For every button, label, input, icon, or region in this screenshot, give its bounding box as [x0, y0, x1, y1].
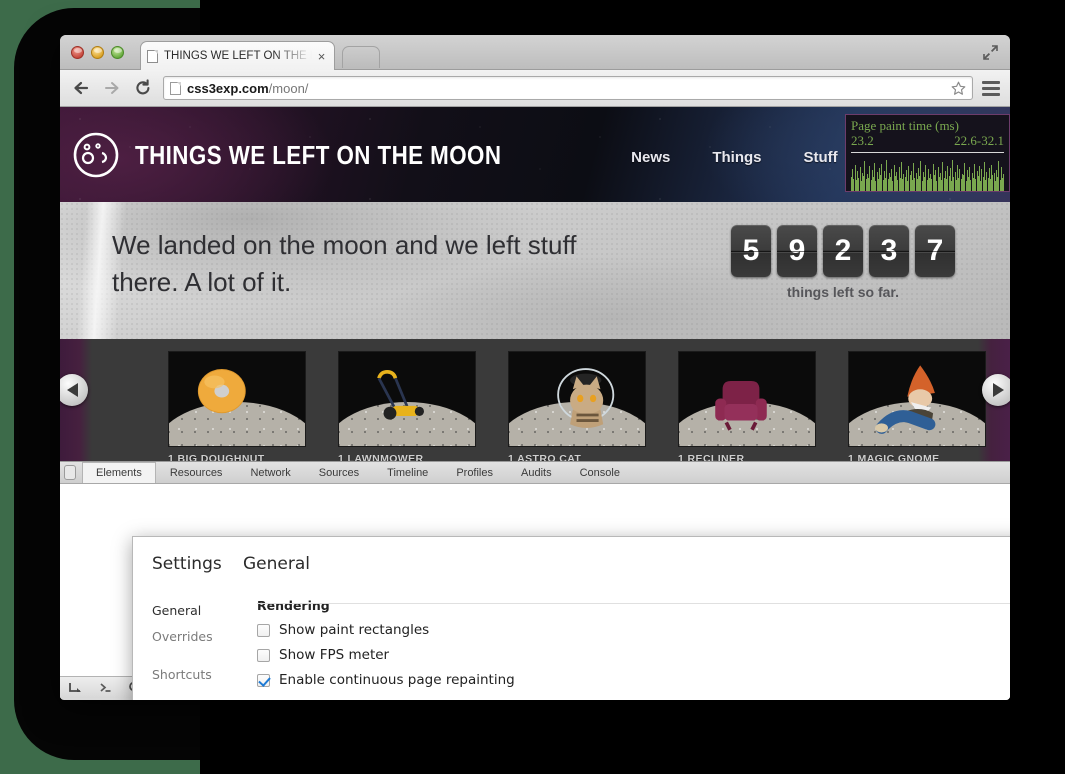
devtools-tab-profiles[interactable]: Profiles — [442, 462, 507, 483]
devtools-tab-bar: Elements Resources Network Sources Timeline P… — [60, 462, 1010, 484]
option-show-fps-meter[interactable]: Show FPS meter — [257, 647, 515, 663]
option-show-paint-rectangles[interactable]: Show paint rectangles — [257, 622, 515, 638]
option-label: Show FPS meter — [279, 647, 390, 663]
carousel-card[interactable]: 1 ASTRO CAT — [508, 351, 646, 465]
site-branding[interactable]: THINGS WE LEFT ON THE MOON — [72, 131, 561, 179]
paint-widget-current: 23.2 — [851, 133, 874, 148]
settings-header: Settings General — [133, 537, 1010, 587]
site-header: THINGS WE LEFT ON THE MOON News Things S… — [60, 107, 1010, 202]
address-bar-url: css3exp.com/moon/ — [187, 81, 308, 96]
nav-item-news[interactable]: News — [631, 149, 670, 166]
carousel-card[interactable]: 1 MAGIC GNOME — [848, 351, 986, 465]
nav-item-things[interactable]: Things — [712, 149, 761, 166]
next-arrow-icon[interactable] — [982, 374, 1010, 406]
settings-title: Settings — [152, 554, 222, 574]
reload-icon[interactable] — [132, 77, 154, 99]
card-subject-recliner — [715, 381, 767, 431]
paint-widget-range: 22.6-32.1 — [954, 133, 1004, 148]
counter-digits: 59237 — [731, 225, 955, 277]
zoom-window-button[interactable] — [111, 46, 124, 59]
new-tab-button[interactable] — [342, 46, 380, 68]
items-carousel: 1 BIG DOUGHNUT 1 LAWNMOWER 1 ASTRO CAT 1 RE… — [60, 339, 1010, 465]
url-domain: css3exp.com — [187, 80, 269, 96]
nav-item-stuff[interactable]: Stuff — [804, 149, 838, 166]
hero-headline: We landed on the moon and we left stuff … — [112, 230, 577, 297]
close-window-button[interactable] — [71, 46, 84, 59]
browser-window: THINGS WE LEFT ON THE MOON × — [60, 35, 1010, 700]
devtools-tab-timeline[interactable]: Timeline — [373, 462, 442, 483]
carousel-card[interactable]: 1 LAWNMOWER — [338, 351, 476, 465]
settings-divider — [257, 603, 1010, 604]
card-subject-doughnut — [197, 369, 246, 414]
carousel-card-list: 1 BIG DOUGHNUT 1 LAWNMOWER 1 ASTRO CAT 1 RE… — [168, 351, 986, 465]
settings-group-title: Rendering — [257, 598, 330, 613]
hamburger-menu-icon[interactable] — [982, 80, 1000, 96]
console-drawer-icon[interactable] — [90, 677, 120, 699]
hero-section: We landed on the moon and we left stuff … — [60, 202, 1010, 339]
devtools-tab-resources[interactable]: Resources — [156, 462, 237, 483]
card-subject-magic-gnome — [875, 365, 936, 434]
counter-digit: 9 — [777, 225, 817, 277]
paint-widget-divider — [851, 152, 1004, 153]
counter-digit: 5 — [731, 225, 771, 277]
counter-label: things left so far. — [786, 284, 899, 300]
address-bar[interactable]: css3exp.com/moon/ — [163, 76, 973, 100]
devtools-tab-sources[interactable]: Sources — [305, 462, 373, 483]
carousel-card[interactable]: 1 RECLINER — [678, 351, 816, 465]
minimize-window-button[interactable] — [91, 46, 104, 59]
card-subject-astro-cat — [557, 368, 615, 428]
devtools-dock-handle[interactable] — [64, 465, 76, 480]
settings-nav-general[interactable]: General — [152, 598, 257, 624]
checkbox-show-paint-rectangles[interactable] — [257, 623, 270, 637]
moon-logo-icon — [72, 131, 120, 179]
card-image — [508, 351, 646, 447]
settings-nav-overrides[interactable]: Overrides — [152, 624, 257, 650]
browser-tab[interactable]: THINGS WE LEFT ON THE MOON × — [140, 41, 335, 70]
option-label: Enable continuous page repainting — [279, 672, 515, 688]
page-icon — [170, 81, 181, 95]
counter-digit: 2 — [823, 225, 863, 277]
carousel-card[interactable]: 1 BIG DOUGHNUT — [168, 351, 306, 465]
back-arrow-icon[interactable] — [70, 77, 92, 99]
option-label: Show paint rectangles — [279, 622, 430, 638]
devtools-tab-console[interactable]: Console — [566, 462, 634, 483]
card-image — [678, 351, 816, 447]
browser-tab-title: THINGS WE LEFT ON THE MOON — [164, 50, 315, 62]
option-enable-continuous-page-repainting[interactable]: Enable continuous page repainting — [257, 672, 515, 688]
card-image — [338, 351, 476, 447]
paint-time-graph — [851, 155, 1004, 191]
star-icon[interactable] — [951, 81, 966, 96]
paint-time-widget: Page paint time (ms) 23.2 22.6-32.1 — [845, 114, 1010, 192]
card-image — [848, 351, 986, 447]
devtools-tab-audits[interactable]: Audits — [507, 462, 566, 483]
close-icon[interactable]: × — [315, 50, 328, 63]
browser-tab-strip: THINGS WE LEFT ON THE MOON × — [60, 35, 1010, 70]
settings-sidebar: General Overrides Shortcuts — [133, 587, 257, 697]
url-path: /moon/ — [268, 80, 309, 96]
counter-digit: 3 — [869, 225, 909, 277]
devtools-tab-elements[interactable]: Elements — [82, 462, 156, 483]
checkbox-enable-continuous-page-repainting[interactable] — [257, 673, 270, 687]
settings-dialog: Settings General General Overrides Short… — [132, 536, 1010, 700]
counter-digit: 7 — [915, 225, 955, 277]
card-image — [168, 351, 306, 447]
maximize-window-button[interactable] — [982, 44, 999, 61]
settings-nav-spacer — [152, 650, 257, 662]
forward-arrow-icon[interactable] — [101, 77, 123, 99]
card-subject-lawnmower — [377, 369, 424, 420]
browser-toolbar: css3exp.com/moon/ — [60, 70, 1010, 107]
page-icon — [147, 49, 158, 63]
settings-panel-title: General — [243, 554, 310, 574]
window-traffic-lights — [71, 46, 124, 59]
devtools-tab-network[interactable]: Network — [236, 462, 304, 483]
inspect-dock-icon[interactable] — [60, 677, 90, 699]
site-title: THINGS WE LEFT ON THE MOON — [135, 139, 502, 170]
settings-nav-shortcuts[interactable]: Shortcuts — [152, 662, 257, 688]
paint-widget-title: Page paint time (ms) — [851, 118, 959, 133]
checkbox-show-fps-meter[interactable] — [257, 648, 270, 662]
things-counter: 59237 things left so far. — [731, 225, 955, 300]
